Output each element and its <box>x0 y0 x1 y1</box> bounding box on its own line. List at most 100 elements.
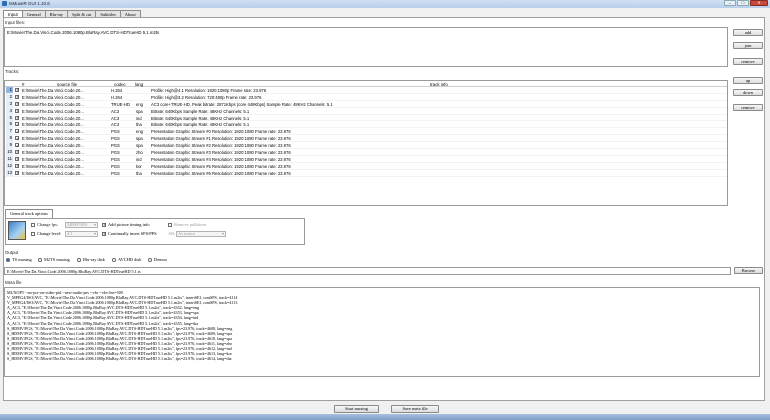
avchd-disk-radio[interactable] <box>112 258 116 262</box>
ar-select[interactable]: As source <box>176 231 226 237</box>
app-icon <box>2 1 7 6</box>
track-enabled-checkbox[interactable] <box>15 115 20 121</box>
track-codec: H.264 <box>111 94 123 100</box>
remove-pulldown-label: Remove pulldown <box>174 222 207 227</box>
track-codec: PGS <box>111 163 120 169</box>
minimize-button[interactable]: – <box>724 0 736 6</box>
track-row[interactable]: 12 E:\Movie\The.Da.Vinci.Code.20... PGS kor… <box>5 162 727 170</box>
m2ts-muxing-label: M2TS muxing <box>44 257 70 262</box>
track-enabled-checkbox[interactable] <box>15 149 20 155</box>
track-codec: AC3 <box>111 122 120 128</box>
col-info[interactable]: track info <box>430 82 448 87</box>
track-row[interactable]: 10 E:\Movie\The.Da.Vinci.Code.20... PGS zho… <box>5 149 727 156</box>
track-source: E:\Movie\The.Da.Vinci.Code.20... <box>22 129 84 135</box>
track-codec: PGS <box>111 136 120 142</box>
insert-sps-checkbox[interactable] <box>102 231 107 237</box>
track-row[interactable]: 8 E:\Movie\The.Da.Vinci.Code.20... PGS spa P… <box>5 135 727 143</box>
track-number: 3 <box>6 100 13 107</box>
close-button[interactable]: ✕ <box>750 0 768 6</box>
save-meta-file-button[interactable]: Save meta file <box>391 405 439 413</box>
add-button[interactable]: add <box>733 29 763 36</box>
track-lang: eng <box>136 101 143 107</box>
video-track-icon <box>8 221 26 240</box>
m2ts-muxing-radio[interactable] <box>38 258 42 262</box>
up-button[interactable]: up <box>733 77 763 84</box>
track-row[interactable]: 11 E:\Movie\The.Da.Vinci.Code.20... PGS ind… <box>5 155 727 163</box>
maximize-button[interactable]: □ <box>737 0 749 6</box>
change-level-checkbox[interactable] <box>31 232 35 236</box>
join-button[interactable]: join <box>733 42 763 49</box>
remove-track-button[interactable]: remove <box>733 104 763 111</box>
track-codec: AC3 <box>111 108 120 114</box>
track-row[interactable]: 2 E:\Movie\The.Da.Vinci.Code.20... H.264 Pr… <box>5 93 727 101</box>
track-enabled-checkbox[interactable] <box>15 122 20 128</box>
track-row[interactable]: 4 E:\Movie\The.Da.Vinci.Code.20... AC3 spa B… <box>5 107 727 115</box>
input-files-label: Input files: <box>5 20 26 25</box>
track-source: E:\Movie\The.Da.Vinci.Code.20... <box>22 143 84 149</box>
tab-general-track-options[interactable]: General track options <box>5 209 53 218</box>
meta-file-label: Meta file <box>5 280 22 285</box>
track-enabled-checkbox[interactable] <box>15 108 20 114</box>
track-source: E:\Movie\The.Da.Vinci.Code.20... <box>22 156 84 162</box>
level-select[interactable]: 4.1 <box>65 231 98 237</box>
track-source: E:\Movie\The.Da.Vinci.Code.20... <box>22 136 84 142</box>
change-fps-checkbox[interactable] <box>31 223 35 227</box>
remove-pulldown-checkbox[interactable] <box>168 223 172 227</box>
track-enabled-checkbox[interactable] <box>15 129 20 135</box>
track-source: E:\Movie\The.Da.Vinci.Code.20... <box>22 101 84 107</box>
start-muxing-button[interactable]: Start muxing <box>334 405 379 413</box>
blu-ray-disk-radio[interactable] <box>77 258 81 262</box>
remove-file-button[interactable]: remove <box>733 58 763 65</box>
track-codec: PGS <box>111 156 120 162</box>
track-codec: PGS <box>111 150 120 156</box>
track-enabled-checkbox[interactable] <box>15 136 20 142</box>
demux-radio[interactable] <box>148 258 152 262</box>
track-enabled-checkbox[interactable] <box>15 87 20 93</box>
track-enabled-checkbox[interactable] <box>15 143 20 149</box>
track-row[interactable]: 6 E:\Movie\The.Da.Vinci.Code.20... AC3 tha B… <box>5 121 727 129</box>
track-info: Presentation Graphic Stream #1 Resolutio… <box>151 136 291 142</box>
track-source: E:\Movie\The.Da.Vinci.Code.20... <box>22 108 84 114</box>
track-lang: ind <box>136 156 142 162</box>
track-enabled-checkbox[interactable] <box>15 170 20 176</box>
track-row[interactable]: 3 E:\Movie\The.Da.Vinci.Code.20... TRUE-HD… <box>5 100 727 108</box>
track-info: Bitrate: 640Kbps Sample Rate: 48KHz Chan… <box>151 108 250 114</box>
track-codec: H.264 <box>111 88 123 93</box>
track-number: 7 <box>6 128 13 135</box>
input-files-list[interactable]: E:\Movie\The.Da.Vinci.Code.2006.1080p.Bl… <box>4 27 728 67</box>
track-row[interactable]: 7 E:\Movie\The.Da.Vinci.Code.20... PGS eng P… <box>5 128 727 136</box>
input-file-item[interactable]: E:\Movie\The.Da.Vinci.Code.2006.1080p.Bl… <box>7 30 159 35</box>
track-row[interactable]: 13 E:\Movie\The.Da.Vinci.Code.20... PGS tha… <box>5 169 727 177</box>
fps-select[interactable]: 24000/1001 <box>65 222 98 228</box>
browse-button[interactable]: Browse <box>734 267 763 274</box>
track-row[interactable]: 1 E:\Movie\The.Da.Vinci.Code.20... H.264 Pr… <box>5 87 727 94</box>
output-path-input[interactable]: E:\Movie\The.Da.Vinci.Code.2006.1080p.Bl… <box>4 267 731 275</box>
track-enabled-checkbox[interactable] <box>15 101 20 107</box>
track-row[interactable]: 5 E:\Movie\The.Da.Vinci.Code.20... AC3 ind B… <box>5 114 727 122</box>
track-source: E:\Movie\The.Da.Vinci.Code.20... <box>22 115 84 121</box>
col-lang[interactable]: lang <box>135 82 143 87</box>
track-lang: tha <box>136 170 142 176</box>
col-codec[interactable]: codec <box>114 82 126 87</box>
track-info: Presentation Graphic Stream #5 Resolutio… <box>151 163 291 169</box>
ts-muxing-radio[interactable] <box>6 258 10 262</box>
track-codec: AC3 <box>111 115 120 121</box>
track-number: 4 <box>6 107 13 114</box>
window-title: tsMuxeR GUI 1.10.6 <box>9 1 50 6</box>
col-source[interactable]: source file <box>57 82 77 87</box>
track-enabled-checkbox[interactable] <box>15 156 20 162</box>
meta-file-text[interactable]: MUXOPT --no-pcr-on-video-pid --new-audio… <box>4 287 760 377</box>
add-timing-checkbox[interactable] <box>102 222 107 228</box>
ar-label: AR: <box>168 231 176 236</box>
down-button[interactable]: down <box>733 89 763 96</box>
track-enabled-checkbox[interactable] <box>15 163 20 169</box>
track-row[interactable]: 9 E:\Movie\The.Da.Vinci.Code.20... PGS spa P… <box>5 142 727 150</box>
track-number: 8 <box>6 135 13 142</box>
track-enabled-checkbox[interactable] <box>15 94 20 100</box>
tracks-label: Tracks: <box>5 69 20 74</box>
track-info: Presentation Graphic Stream #0 Resolutio… <box>151 129 291 135</box>
track-info: Presentation Graphic Stream #4 Resolutio… <box>151 156 291 162</box>
title-bar: tsMuxeR GUI 1.10.6 – □ ✕ <box>0 0 770 8</box>
tracks-table[interactable]: # source file codec lang track info 1 E:\… <box>4 80 728 206</box>
track-source: E:\Movie\The.Da.Vinci.Code.20... <box>22 88 84 93</box>
